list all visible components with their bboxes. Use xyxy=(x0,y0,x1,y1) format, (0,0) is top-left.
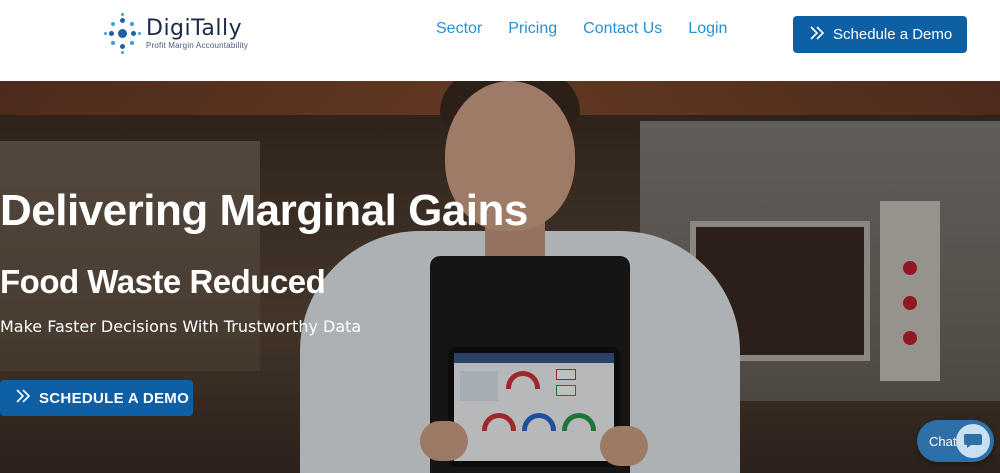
hero-tagline: Make Faster Decisions With Trustworthy D… xyxy=(0,317,362,336)
hero-schedule-demo-label: SCHEDULE A DEMO xyxy=(39,389,190,407)
main-nav: Sector Pricing Contact Us Login xyxy=(436,20,753,38)
nav-login[interactable]: Login xyxy=(688,20,727,38)
brand-name: DigiTally xyxy=(146,16,243,41)
brand-tagline: Profit Margin Accountability xyxy=(146,41,249,50)
double-chevron-right-icon xyxy=(809,25,825,44)
nav-pricing[interactable]: Pricing xyxy=(508,20,557,38)
logo-mark-icon xyxy=(104,13,141,54)
nav-sector[interactable]: Sector xyxy=(436,20,482,38)
schedule-demo-label: Schedule a Demo xyxy=(833,26,953,43)
hero-schedule-demo-button[interactable]: SCHEDULE A DEMO xyxy=(0,380,193,416)
hero-subtitle: Food Waste Reduced xyxy=(0,263,326,300)
hero-section: Delivering Marginal Gains Food Waste Red… xyxy=(0,81,1000,473)
double-chevron-right-icon xyxy=(15,389,31,407)
logo[interactable]: DigiTally Profit Margin Accountability xyxy=(104,13,249,54)
hero-title: Delivering Marginal Gains xyxy=(0,186,528,235)
site-header: DigiTally Profit Margin Accountability S… xyxy=(0,0,1000,81)
chat-widget-button[interactable]: Chat xyxy=(917,420,994,462)
schedule-demo-button[interactable]: Schedule a Demo xyxy=(793,16,967,53)
chat-bubble-icon xyxy=(956,424,990,458)
chat-label: Chat xyxy=(929,433,957,449)
nav-contact-us[interactable]: Contact Us xyxy=(583,20,662,38)
